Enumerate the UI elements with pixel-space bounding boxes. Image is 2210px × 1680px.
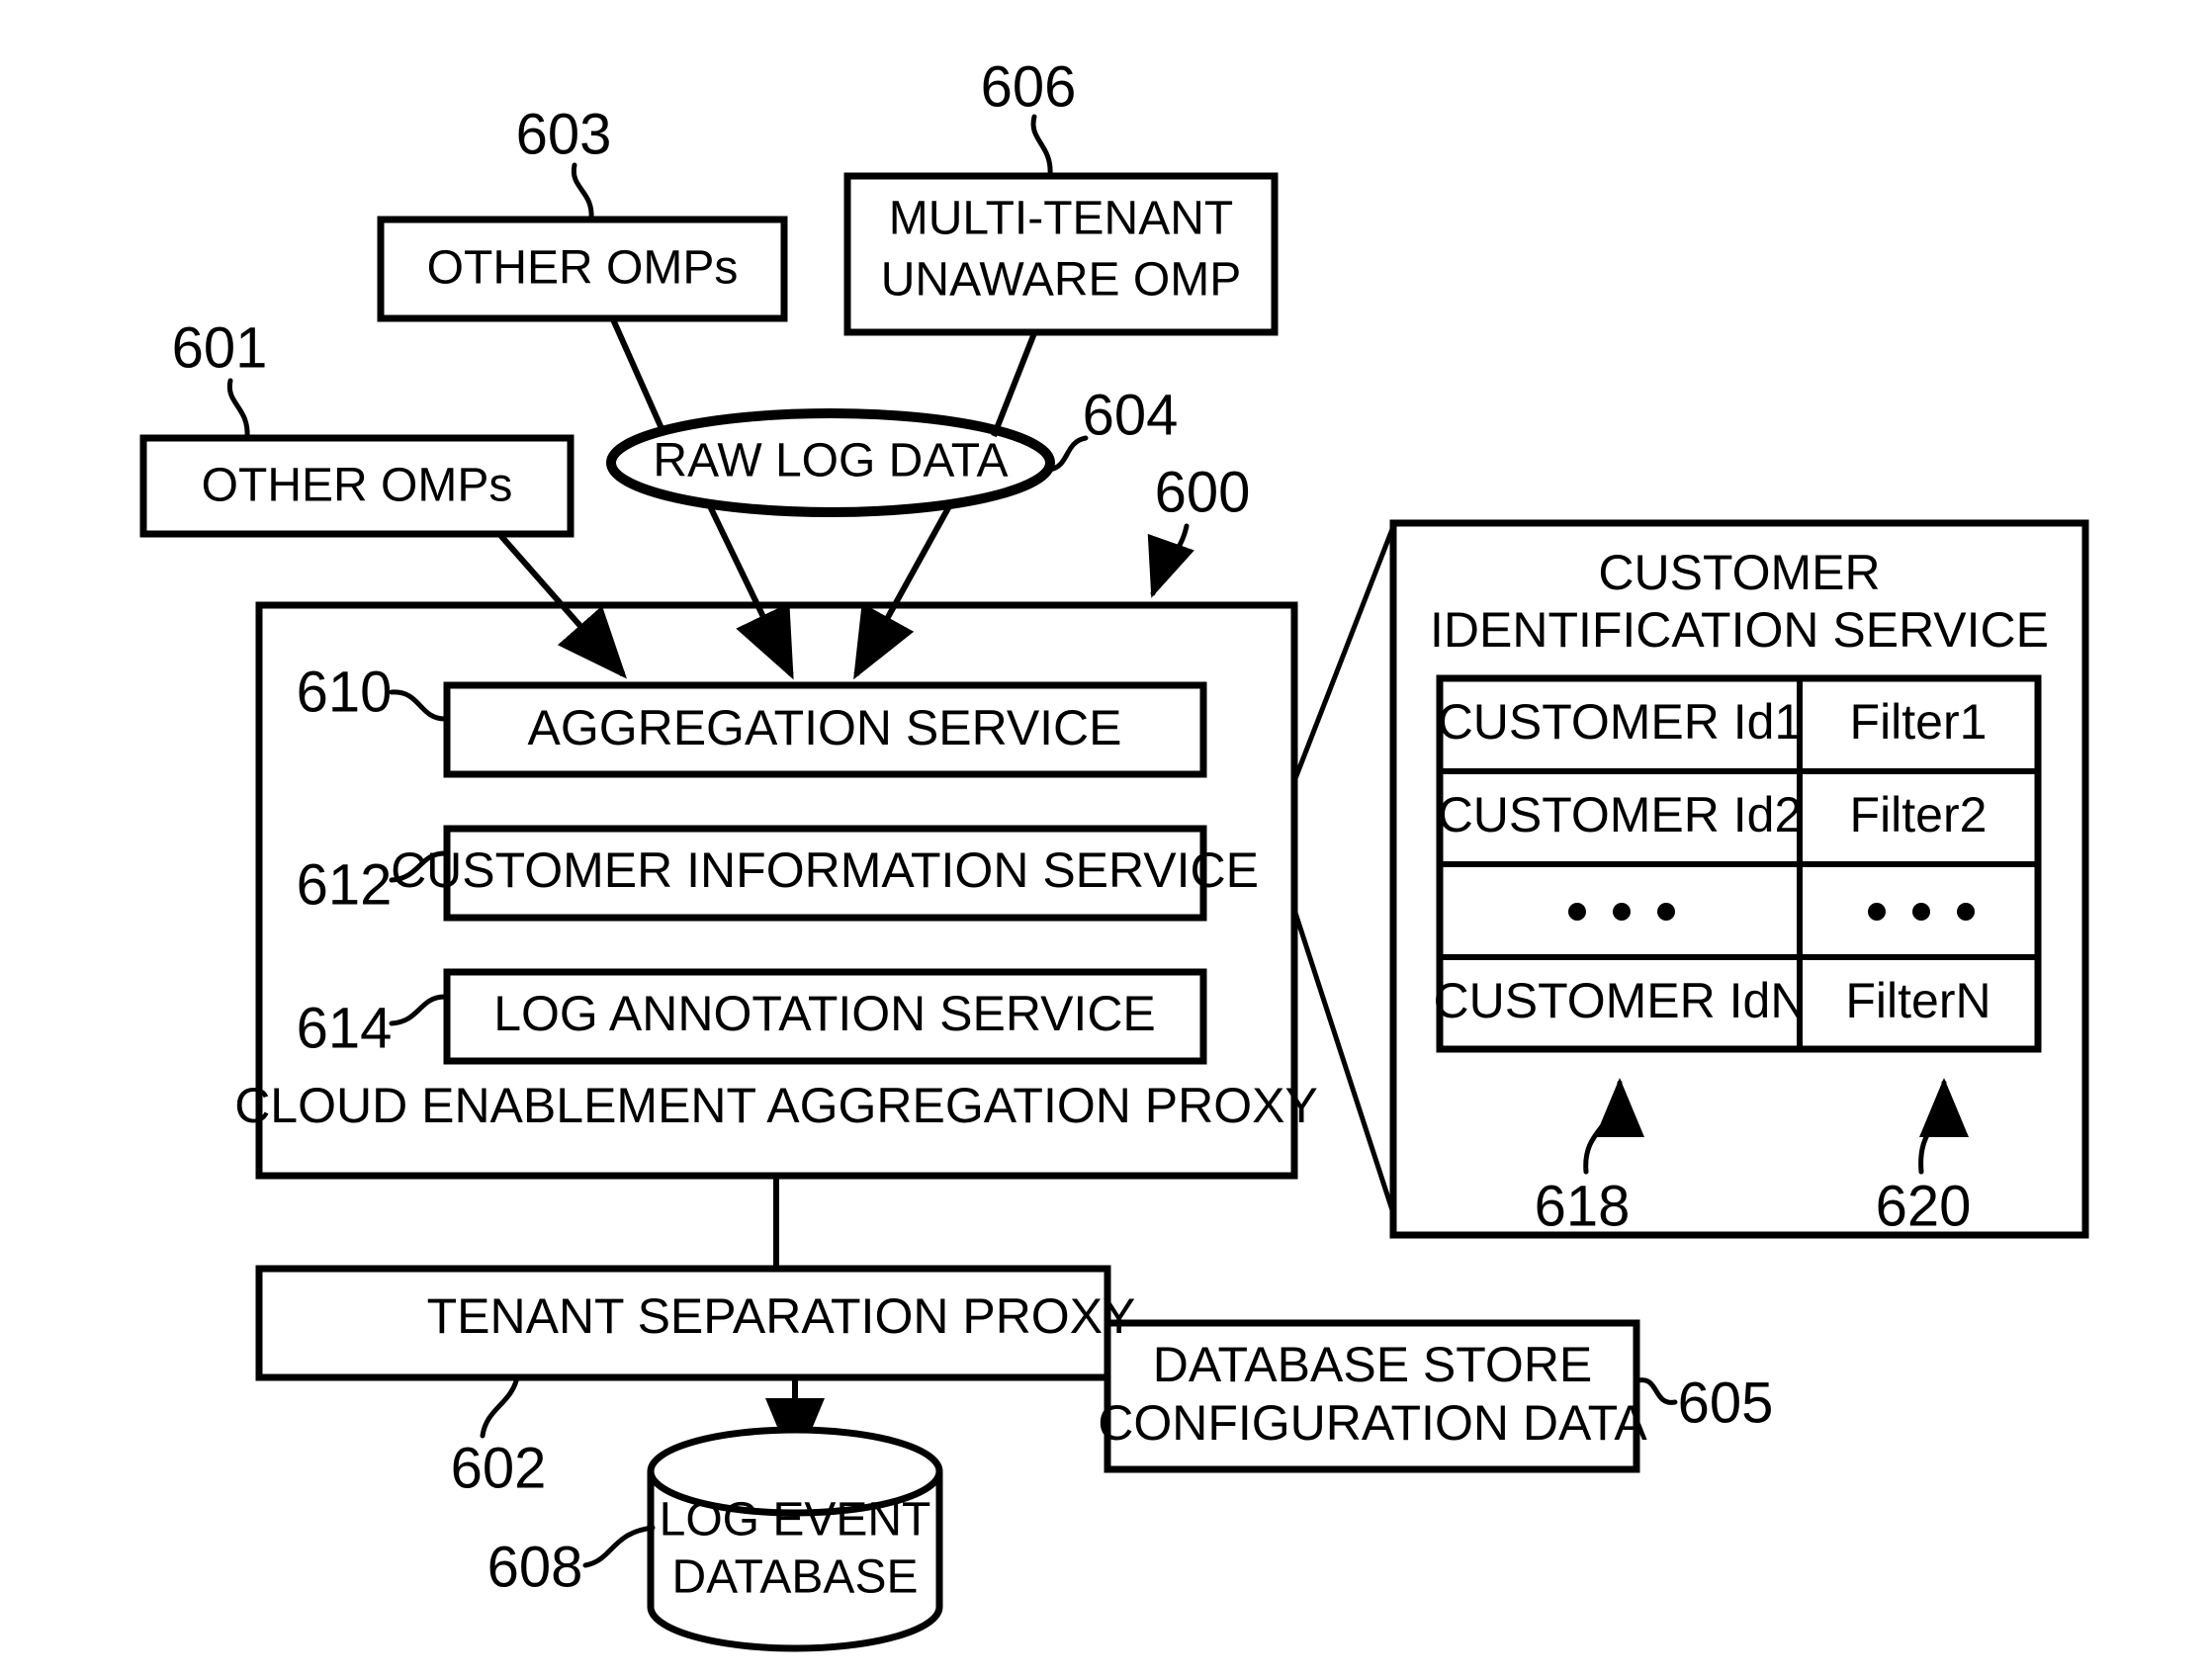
detail-row-customer-3: CUSTOMER IdN — [1434, 973, 1807, 1028]
ref-number-602: 602 — [451, 1436, 547, 1500]
node-log-annotation-service[interactable]: LOG ANNOTATION SERVICE — [443, 968, 1207, 1065]
node-customer-information-service-label: CUSTOMER INFORMATION SERVICE — [391, 842, 1259, 898]
node-customer-information-service[interactable]: CUSTOMER INFORMATION SERVICE — [391, 825, 1259, 922]
node-database-store-configuration-data[interactable]: DATABASE STORE CONFIGURATION DATA — [1098, 1319, 1647, 1473]
ref-number-603: 603 — [516, 102, 612, 166]
detail-row-filter-1: Filter2 — [1850, 787, 1988, 842]
ref-number-612: 612 — [297, 852, 393, 917]
node-log-event-database-line1: LOG EVENT — [660, 1494, 931, 1547]
diagram-svg: OTHER OMPs 603 MULTI-TENANT UNAWARE OMP … — [139, 54, 2089, 1652]
ref-number-606: 606 — [981, 54, 1077, 119]
detail-row-customer-0: CUSTOMER Id1 — [1438, 694, 1803, 750]
node-multi-tenant-unaware-omp[interactable]: MULTI-TENANT UNAWARE OMP — [843, 172, 1279, 336]
node-multi-tenant-unaware-omp-line1: MULTI-TENANT — [889, 193, 1233, 245]
node-database-store-configuration-data-line1: DATABASE STORE — [1153, 1337, 1593, 1392]
link-raw-log-to-aggregation-b — [853, 504, 952, 680]
ref-leader-602 — [480, 1374, 520, 1439]
node-aggregation-service-label: AGGREGATION SERVICE — [527, 700, 1121, 755]
detail-panel-customer-identification-service[interactable]: CUSTOMER IDENTIFICATION SERVICE CUSTOMER… — [1389, 519, 2089, 1239]
node-cloud-enablement-aggregation-proxy-label: CLOUD ENABLEMENT AGGREGATION PROXY — [234, 1078, 1318, 1133]
detail-row-filter-3: FilterN — [1845, 973, 1990, 1028]
node-log-event-database[interactable]: LOG EVENT DATABASE — [647, 1426, 943, 1652]
ref-leader-614 — [389, 994, 448, 1026]
node-other-omps-top-label: OTHER OMPs — [427, 242, 739, 295]
detail-row-ellipsis-filter — [1868, 903, 1975, 921]
node-other-omps-top[interactable]: OTHER OMPs — [377, 216, 788, 322]
ref-leader-620 — [1918, 1078, 1969, 1175]
node-log-event-database-line2: DATABASE — [672, 1551, 919, 1604]
node-tenant-separation-proxy[interactable]: TENANT SEPARATION PROXY — [255, 1265, 1136, 1381]
ref-leader-601 — [226, 378, 250, 440]
ref-leader-600 — [1147, 523, 1194, 598]
detail-row-ellipsis-customer — [1568, 903, 1675, 921]
node-raw-log-data-label: RAW LOG DATA — [653, 435, 1008, 487]
ref-leader-610 — [389, 689, 448, 722]
link-raw-log-to-aggregation-a — [707, 504, 794, 680]
link-other-omps-top-to-raw-log — [610, 317, 667, 437]
ref-number-600: 600 — [1155, 460, 1251, 524]
node-multi-tenant-unaware-omp-line2: UNAWARE OMP — [881, 254, 1241, 307]
ref-leader-603 — [571, 162, 594, 221]
ref-number-610: 610 — [297, 660, 393, 724]
ref-number-601: 601 — [172, 315, 268, 380]
ref-leader-608 — [582, 1525, 656, 1568]
detail-row-customer-1: CUSTOMER Id2 — [1438, 787, 1803, 842]
node-log-annotation-service-label: LOG ANNOTATION SERVICE — [493, 986, 1156, 1041]
node-database-store-configuration-data-line2: CONFIGURATION DATA — [1098, 1395, 1647, 1451]
ref-number-605: 605 — [1678, 1371, 1774, 1435]
callout-line-lower — [1291, 909, 1397, 1217]
detail-panel-title-line2: IDENTIFICATION SERVICE — [1430, 602, 2049, 658]
detail-row-filter-0: Filter1 — [1850, 694, 1988, 750]
ref-number-604: 604 — [1083, 383, 1179, 447]
ref-number-618: 618 — [1535, 1174, 1631, 1238]
ref-leader-618 — [1583, 1078, 1644, 1175]
ref-number-614: 614 — [297, 996, 393, 1060]
node-tenant-separation-proxy-label: TENANT SEPARATION PROXY — [427, 1288, 1136, 1344]
node-other-omps-left-label: OTHER OMPs — [202, 460, 513, 512]
node-other-omps-left[interactable]: OTHER OMPs — [139, 434, 575, 538]
ref-number-608: 608 — [487, 1535, 583, 1599]
detail-panel-title-line1: CUSTOMER — [1598, 545, 1880, 600]
link-multi-tenant-to-raw-log — [991, 331, 1037, 438]
ref-leader-606 — [1030, 114, 1053, 178]
patent-figure-canvas: OTHER OMPs 603 MULTI-TENANT UNAWARE OMP … — [0, 0, 2210, 1680]
ref-number-620: 620 — [1876, 1174, 1972, 1238]
node-aggregation-service[interactable]: AGGREGATION SERVICE — [443, 681, 1207, 778]
node-raw-log-data[interactable]: RAW LOG DATA — [606, 408, 1055, 517]
callout-line-upper — [1291, 523, 1397, 782]
